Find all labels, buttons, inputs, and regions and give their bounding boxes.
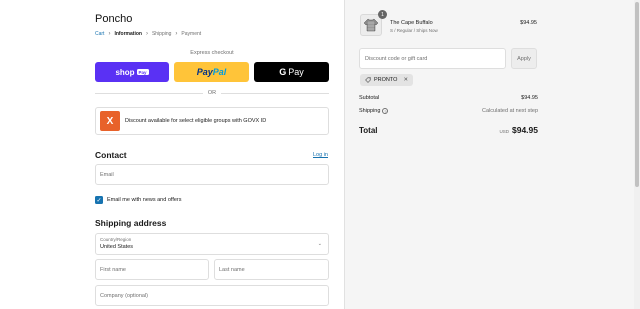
shipping-value: Calculated at next step bbox=[482, 108, 538, 114]
total-label: Total bbox=[359, 125, 378, 135]
breadcrumb-payment: Payment bbox=[181, 31, 202, 37]
shipping-address-heading: Shipping address bbox=[95, 218, 167, 228]
contact-heading: Contact bbox=[95, 150, 127, 160]
discount-placeholder: Discount code or gift card bbox=[365, 55, 428, 62]
applied-code-text: PRONTO bbox=[374, 77, 398, 83]
govx-discount-banner[interactable]: X Discount available for select eligible… bbox=[95, 107, 329, 135]
quantity-badge: 1 bbox=[378, 10, 387, 19]
govx-logo-icon: X bbox=[100, 111, 120, 131]
chevron-right-icon: › bbox=[175, 31, 178, 37]
subtotal-label: Subtotal bbox=[359, 95, 380, 101]
total-currency: USD bbox=[499, 129, 509, 134]
shipping-row: Shipping ? Calculated at next step bbox=[359, 108, 538, 114]
breadcrumb-information: Information bbox=[114, 31, 142, 37]
checkout-main: Poncho Cart › Information › Shipping › P… bbox=[0, 0, 344, 309]
paypal-logo-part2: Pal bbox=[212, 67, 227, 77]
last-name-placeholder: Last name bbox=[219, 266, 245, 273]
shop-pay-logo-text: shop bbox=[115, 67, 135, 77]
store-name[interactable]: Poncho bbox=[95, 13, 132, 25]
country-value: United States bbox=[100, 244, 134, 250]
email-field[interactable]: Email bbox=[95, 164, 329, 185]
subtotal-row: Subtotal $94.95 bbox=[359, 95, 538, 101]
shirt-icon bbox=[363, 18, 379, 32]
govx-logo-letter: X bbox=[106, 115, 114, 127]
chevron-down-icon: ⌄ bbox=[317, 241, 322, 247]
shop-pay-button[interactable]: shop Pay bbox=[95, 62, 169, 82]
login-link[interactable]: Log in bbox=[313, 152, 328, 158]
applied-discount-tag: PRONTO ✕ bbox=[360, 74, 414, 86]
country-label: Country/Region bbox=[100, 237, 132, 242]
shipping-label: Shipping bbox=[359, 108, 381, 114]
newsletter-checkbox-row[interactable]: ✓ Email me with news and offers bbox=[95, 196, 182, 204]
or-text: OR bbox=[207, 90, 217, 96]
paypal-button[interactable]: Pay Pal bbox=[174, 62, 249, 82]
first-name-placeholder: First name bbox=[100, 266, 126, 273]
company-field[interactable]: Company (optional) bbox=[95, 285, 329, 306]
last-name-field[interactable]: Last name bbox=[214, 259, 329, 280]
chevron-right-icon: › bbox=[108, 31, 111, 37]
google-pay-text: Pay bbox=[288, 67, 304, 77]
newsletter-label: Email me with news and offers bbox=[107, 197, 182, 203]
page-scrollbar[interactable] bbox=[634, 0, 640, 309]
divider-line bbox=[95, 92, 203, 94]
subtotal-value: $94.95 bbox=[521, 95, 538, 101]
tag-icon bbox=[365, 77, 371, 83]
order-summary bbox=[344, 0, 640, 309]
discount-code-input[interactable]: Discount code or gift card bbox=[359, 48, 506, 69]
newsletter-checkbox[interactable]: ✓ bbox=[95, 196, 103, 204]
total-row: Total USD $94.95 bbox=[359, 125, 538, 135]
breadcrumb: Cart › Information › Shipping › Payment bbox=[95, 31, 201, 37]
scrollbar-thumb[interactable] bbox=[635, 2, 639, 187]
chevron-right-icon: › bbox=[145, 31, 148, 37]
breadcrumb-shipping: Shipping bbox=[151, 31, 172, 37]
or-divider: OR bbox=[95, 90, 329, 96]
divider-line bbox=[221, 92, 329, 94]
info-icon[interactable]: ? bbox=[382, 108, 389, 114]
paypal-logo-part1: Pay bbox=[196, 67, 213, 77]
total-value: $94.95 bbox=[512, 125, 538, 135]
country-select[interactable]: Country/Region United States ⌄ bbox=[95, 233, 329, 255]
express-checkout-label: Express checkout bbox=[190, 50, 234, 56]
shop-pay-badge: Pay bbox=[136, 69, 149, 75]
company-placeholder: Company (optional) bbox=[100, 292, 148, 299]
product-price: $94.95 bbox=[520, 20, 537, 26]
product-variant: S / Regular / Ships Now bbox=[390, 28, 438, 33]
remove-code-icon[interactable]: ✕ bbox=[403, 77, 408, 83]
product-name: The Cape Buffalo bbox=[390, 20, 433, 26]
govx-banner-text: Discount available for select eligible g… bbox=[125, 118, 267, 124]
email-placeholder: Email bbox=[100, 171, 114, 178]
apply-discount-button[interactable]: Apply bbox=[511, 48, 537, 69]
google-g-icon: G bbox=[279, 67, 287, 77]
first-name-field[interactable]: First name bbox=[95, 259, 209, 280]
breadcrumb-cart[interactable]: Cart bbox=[95, 31, 104, 37]
google-pay-button[interactable]: G Pay bbox=[254, 62, 329, 82]
